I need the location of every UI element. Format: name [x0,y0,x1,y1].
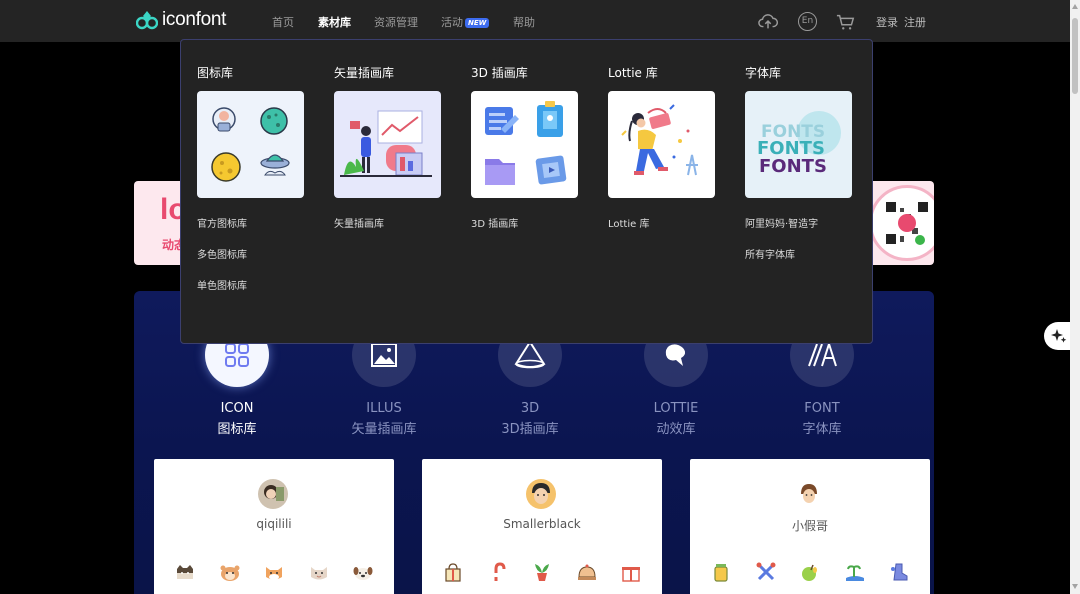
designer-card[interactable]: qiqilili [154,459,394,594]
dropdown-link-3d[interactable]: 3D 插画库 [471,215,579,230]
category-cn-label: 图标库 [217,422,257,437]
avatar [258,479,288,509]
lottie-thumbnail[interactable] [608,91,715,198]
logo-text: iconfont [162,9,227,30]
designer-name: Smallerblack [503,517,581,531]
shiba-icon[interactable] [263,561,285,583]
cake-icon[interactable] [576,561,598,583]
boot-icon[interactable] [888,561,910,583]
category-cn-label: 字体库 [802,422,842,437]
category-cn-label: 动效库 [656,422,696,437]
page-scrollbar[interactable] [1070,0,1080,594]
dropdown-column-title[interactable]: 3D 插画库 [471,64,579,81]
category-en-label: FONT [804,401,840,416]
dropdown-column-title[interactable]: 图标库 [197,64,305,81]
category-en-label: ICON [220,401,254,416]
dropdown-column-title[interactable]: 矢量插画库 [334,64,442,81]
logo[interactable]: iconfont [136,9,226,31]
scroll-up-arrow-icon[interactable] [1072,4,1078,9]
gift-bag-icon[interactable] [442,561,464,583]
gift-box-icon[interactable] [620,561,642,583]
sparkle-icon [1051,329,1067,343]
dropdown-link-all-fonts[interactable]: 所有字体库 [745,246,853,261]
dropdown-link-lottie[interactable]: Lottie 库 [608,215,716,230]
language-button[interactable]: En [798,12,817,31]
dropdown-column-vector: 矢量插画库 矢量插画库 [334,64,442,246]
fruit-icon[interactable] [799,561,821,583]
category-en-label: LOTTIE [653,401,699,416]
nav-activity[interactable]: 活动 NEW [441,14,490,30]
tools-icon[interactable] [755,561,777,583]
plant-icon[interactable] [531,561,553,583]
font-library-thumbnail[interactable]: FONTS FONTS FONTS [745,91,852,198]
3d-illustration-thumbnail[interactable] [471,91,578,198]
nav-home[interactable]: 首页 [272,14,294,30]
dropdown-column-3d: 3D 插画库 3D 插画库 [471,64,579,246]
nav-resource-management[interactable]: 资源管理 [374,14,418,30]
designer-name: qiqilili [256,517,292,531]
scroll-down-arrow-icon[interactable] [1072,584,1078,589]
dog-icon[interactable] [352,561,374,583]
avatar [794,479,824,509]
dropdown-link-multicolor-icons[interactable]: 多色图标库 [197,246,305,261]
nav-materials[interactable]: 素材库 [318,14,351,30]
dropdown-column-lottie: Lottie 库 Lottie 库 [608,64,716,246]
page: iconfont 首页 素材库 资源管理 活动 NEW 帮助 En 登录 注册 lo… [0,0,1080,594]
register-link[interactable]: 注册 [904,16,926,29]
dropdown-link-official-icons[interactable]: 官方图标库 [197,215,305,230]
dropdown-link-alimama-font[interactable]: 阿里妈妈·智造字 [745,215,853,230]
login-link[interactable]: 登录 [876,16,898,29]
jar-icon[interactable] [710,561,732,583]
nav-activity-label: 活动 [441,16,463,29]
scrollbar-thumb[interactable] [1072,18,1078,94]
upload-cloud-icon[interactable] [758,12,778,32]
dropdown-link-vector[interactable]: 矢量插画库 [334,215,442,230]
category-cn-label: 矢量插画库 [351,422,417,437]
qr-code-image [869,185,934,261]
new-badge: NEW [465,18,490,28]
avatar [526,479,556,509]
nav-help[interactable]: 帮助 [513,14,535,30]
auth-links: 登录 注册 [876,14,932,30]
icon-preview-row [174,561,374,583]
category-cn-label: 3D插画库 [501,422,559,437]
icon-preview-row [710,561,910,583]
dropdown-link-monochrome-icons[interactable]: 单色图标库 [197,277,305,292]
designer-card[interactable]: 小假哥 [690,459,930,594]
dropdown-column-title[interactable]: 字体库 [745,64,853,81]
icon-library-thumbnail[interactable] [197,91,304,198]
designer-name: 小假哥 [791,519,828,533]
candy-cane-icon[interactable] [487,561,509,583]
category-en-label: 3D [520,401,540,416]
cart-icon[interactable] [836,12,856,32]
icon-preview-row [442,561,642,583]
iconfont-logo-icon [136,11,158,30]
category-en-label: ILLUS [366,401,402,416]
designer-card[interactable]: Smallerblack [422,459,662,594]
dropdown-column-title[interactable]: Lottie 库 [608,64,716,81]
hamster-icon[interactable] [219,561,241,583]
vector-illustration-thumbnail[interactable] [334,91,441,198]
dropdown-column-icons: 图标库 官方图标库 多色图标库 单色图标库 [197,64,305,308]
cat-face-icon[interactable] [174,561,196,583]
cat-icon[interactable] [308,561,330,583]
fonts-text-3: FONTS [759,156,827,177]
top-nav: iconfont 首页 素材库 资源管理 活动 NEW 帮助 En 登录 注册 [0,0,1070,42]
materials-dropdown-menu: 图标库 官方图标库 多色图标库 单色图标库 矢量插画库 矢量插画库 3D 插画库… [180,39,873,344]
island-icon[interactable] [844,561,866,583]
dropdown-column-fonts: 字体库 FONTS FONTS FONTS 阿里妈妈·智造字 所有字体库 [745,64,853,277]
